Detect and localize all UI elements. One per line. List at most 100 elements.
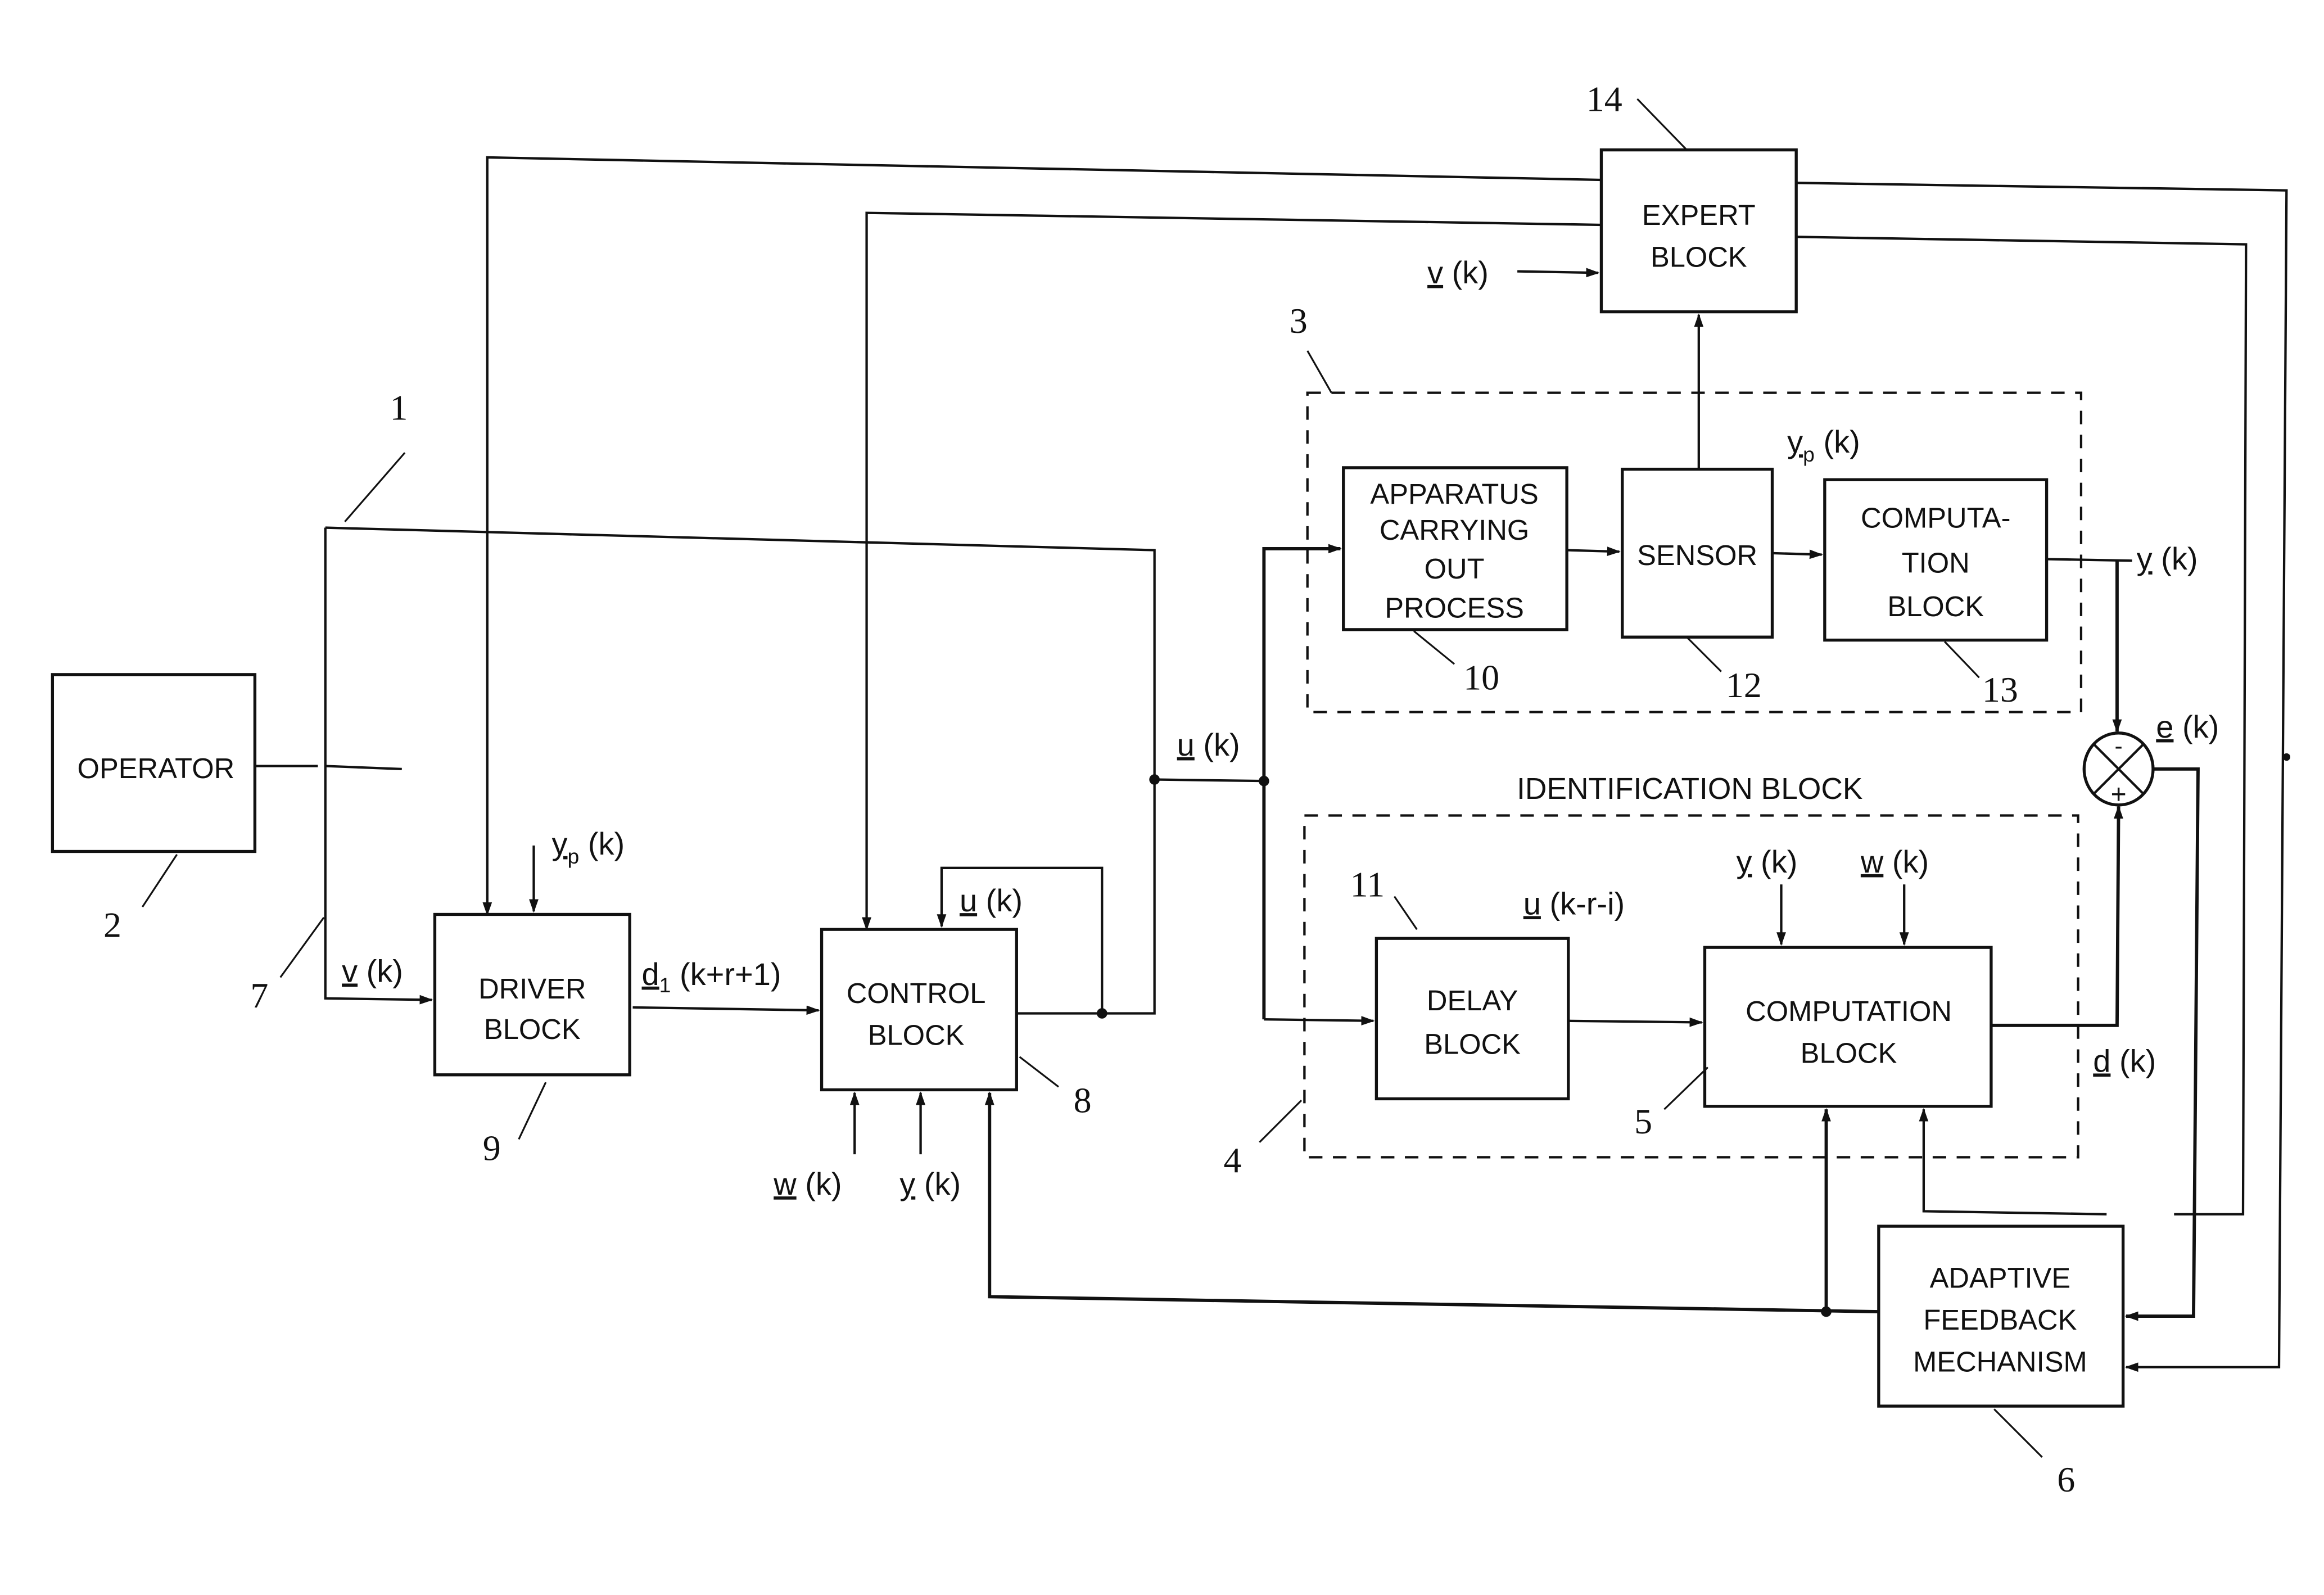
computation-block-5[interactable]: COMPUTATION BLOCK [1703,946,1993,1108]
signal-yp-sensor: yp (k) [1787,424,1860,466]
ref-1: 1 [390,388,408,428]
leader-7 [279,916,325,978]
leader-9 [518,1082,547,1140]
leader-3 [1306,350,1332,394]
junction-dot [1096,1008,1107,1019]
computation-13-label-2: TION [1902,547,1970,579]
leader-10 [1413,630,1455,665]
leader-2 [142,853,178,908]
wire-operator-stub [325,765,402,770]
apparatus-label-4: PROCESS [1385,592,1524,624]
summing-junction: - + [2082,731,2155,810]
junction-dot [1821,1306,1832,1317]
expert-label-2: BLOCK [1651,241,1747,273]
ref-3: 3 [1290,301,1308,341]
computation-13-label-1: COMPUTA- [1861,502,2010,534]
junction-dot [1149,774,1160,785]
wire-u-main [1154,778,1264,783]
signal-w-control: w (k) [773,1166,842,1201]
leader-14 [1636,98,1688,151]
wire-d1 [632,1005,820,1015]
adaptive-feedback-block[interactable]: ADAPTIVE FEEDBACK MECHANISM [1877,1225,2125,1408]
ref-13: 13 [1982,670,2018,710]
signal-e: e (k) [2156,709,2219,744]
leader-4 [1259,1099,1303,1143]
driver-label-1: DRIVER [478,973,586,1005]
sensor-block[interactable]: SENSOR [1621,467,1774,639]
wire-v-expert [1517,268,1600,278]
ref-9: 9 [483,1128,501,1168]
computation-5-label-2: BLOCK [1801,1037,1897,1069]
apparatus-label-3: OUT [1425,553,1485,585]
operator-label: OPERATOR [78,752,235,784]
signal-u-main: u (k) [1177,727,1240,762]
leader-13 [1944,641,1980,679]
signal-yp-driver: yp (k) [551,826,625,868]
wire-u-to-apparatus [1262,544,1342,1020]
signal-v-expert: v (k) [1427,255,1489,290]
signal-y-out: y (k) [2137,541,2198,576]
identification-group-title: IDENTIFICATION BLOCK [1517,772,1862,806]
ref-5: 5 [1634,1101,1652,1141]
signal-y-ident: y (k) [1736,844,1797,879]
leader-8 [1019,1056,1059,1088]
wire-adaptive-to-control [984,1091,1879,1313]
junction-dot [1259,775,1269,787]
apparatus-block[interactable]: APPARATUS CARRYING OUT PROCESS [1342,466,1568,631]
driver-block[interactable]: DRIVER BLOCK [433,912,631,1077]
signal-w-ident: w (k) [1860,844,1929,879]
leader-12 [1686,636,1722,672]
ref-7: 7 [250,975,268,1015]
leader-6 [1993,1408,2043,1458]
ref-11: 11 [1350,864,1385,904]
signal-y-control: y (k) [899,1166,961,1201]
control-block[interactable]: CONTROL BLOCK [820,928,1018,1092]
signal-u-delay: u (k-r-i) [1523,885,1625,921]
computation-13-label-3: BLOCK [1887,590,1984,622]
computation-block-13[interactable]: COMPUTA- TION BLOCK [1823,478,2049,642]
control-system-block-diagram: IDENTIFICATION BLOCK OPERATOR DRIVER BLO… [51,79,2290,1499]
ref-12: 12 [1726,665,1762,705]
wire-expert-out-outer [1796,182,2288,1372]
adaptive-label-3: MECHANISM [1913,1346,2087,1378]
sensor-label: SENSOR [1637,539,1757,571]
control-label-2: BLOCK [868,1019,965,1051]
wire-u-to-delay [1264,1016,1375,1025]
leader-1 [344,452,406,522]
wire-delay-comp5 [1568,1017,1703,1027]
signal-d: d (k) [2093,1043,2156,1078]
plus-sign: + [2111,780,2127,810]
leader-11 [1394,896,1418,930]
ref-6: 6 [2057,1460,2075,1499]
ref-4: 4 [1223,1140,1241,1180]
adaptive-label-1: ADAPTIVE [1930,1262,2071,1294]
connections [255,156,2288,1372]
ref-10: 10 [1463,658,1499,698]
ref-8: 8 [1074,1080,1092,1120]
minus-sign: - [2114,733,2122,760]
wire-d-to-sum [1991,805,2123,1027]
ref-2: 2 [103,905,121,945]
apparatus-label-2: CARRYING [1380,514,1530,546]
driver-label-2: BLOCK [484,1013,581,1045]
signal-d1: d1 (k+r+1) [642,956,781,997]
control-label-1: CONTROL [847,977,986,1009]
delay-label-1: DELAY [1427,984,1518,1016]
wire-sensor-comp13 [1772,549,1823,559]
wire-apparatus-sensor [1567,546,1621,556]
junction-dot [2282,753,2290,761]
expert-block[interactable]: EXPERT BLOCK [1599,148,1798,314]
delay-label-2: BLOCK [1424,1028,1521,1060]
ref-14: 14 [1586,79,1622,119]
operator-block[interactable]: OPERATOR [51,673,257,853]
leader-5 [1663,1067,1708,1110]
wire-e-to-adaptive [2124,767,2200,1321]
computation-5-label-1: COMPUTATION [1746,995,1952,1027]
wire-comp13-out [2046,558,2132,562]
signal-u-feedback: u (k) [960,883,1023,918]
signal-v-driver: v (k) [342,953,403,988]
adaptive-label-2: FEEDBACK [1923,1304,2077,1336]
expert-label-1: EXPERT [1642,199,1756,231]
wire-line-7 [324,527,433,1005]
delay-block[interactable]: DELAY BLOCK [1374,937,1570,1101]
